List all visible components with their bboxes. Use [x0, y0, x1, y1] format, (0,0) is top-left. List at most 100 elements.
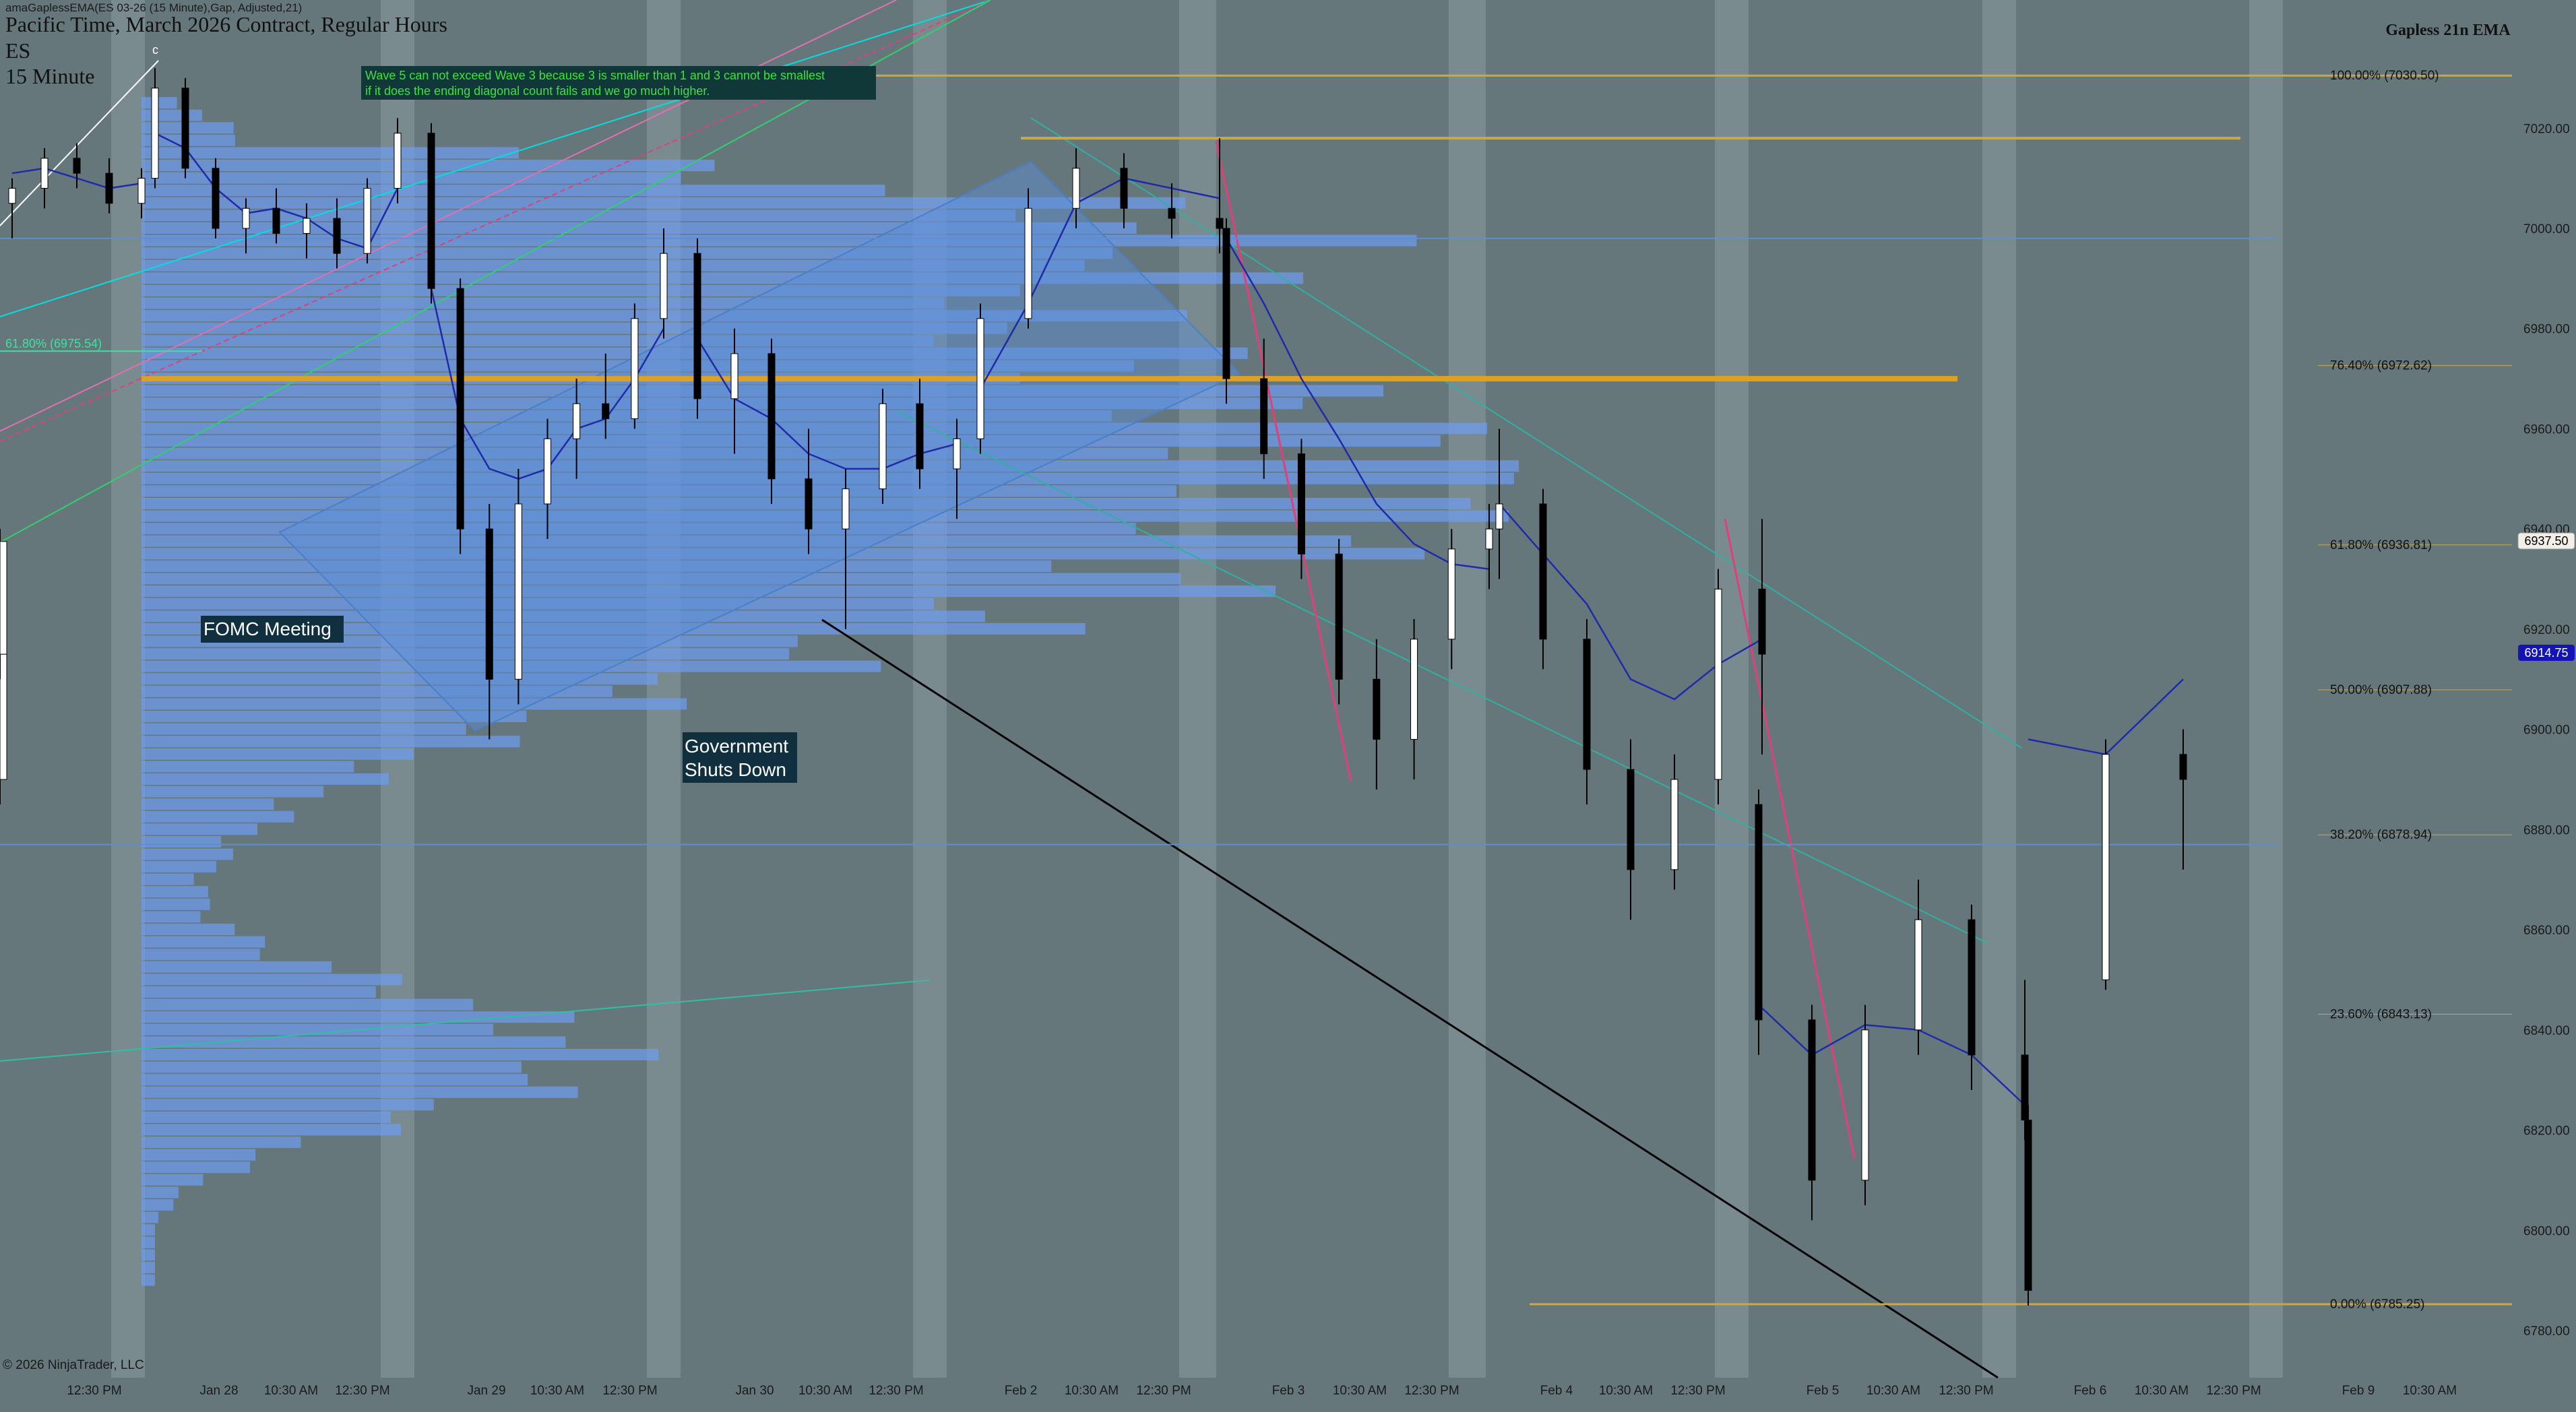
candle-body: [181, 88, 189, 169]
candle-body: [631, 318, 639, 420]
candle-body: [333, 218, 341, 254]
candle-body: [2021, 1054, 2029, 1121]
volume-profile-bar: [142, 1161, 250, 1174]
volume-profile-bar: [142, 761, 354, 773]
candle-body: [8, 188, 16, 204]
session-band: [111, 0, 145, 1378]
volume-profile-bar: [142, 698, 687, 710]
volume-profile-bar: [142, 1061, 522, 1073]
ema-value-label: 6914.75: [2524, 646, 2568, 660]
session-band: [2249, 0, 2283, 1378]
candle-body: [1968, 919, 1976, 1056]
wave-c-label: c: [152, 43, 158, 57]
candle-body: [805, 478, 813, 530]
candle-body: [1216, 218, 1224, 229]
candle-body: [1714, 588, 1722, 780]
volume-profile-bar: [142, 1274, 155, 1286]
candle-body: [0, 653, 7, 780]
price-tick-label: 6860.00: [2523, 924, 2570, 938]
volume-profile-bar: [142, 986, 376, 998]
candle-body: [1024, 207, 1032, 319]
wave-note-line2: if it does the ending diagonal count fai…: [365, 84, 710, 98]
volume-profile-bar: [142, 936, 265, 948]
candle-body: [1260, 378, 1268, 455]
candle-body: [1861, 1029, 1869, 1181]
price-chart[interactable]: 7020.007000.006980.006960.006940.006920.…: [0, 0, 2576, 1412]
volume-profile-bar: [142, 1249, 155, 1261]
candle-body: [485, 528, 493, 680]
candle-body: [242, 207, 250, 229]
copyright: © 2026 NinjaTrader, LLC: [3, 1358, 144, 1372]
candle-body: [137, 178, 146, 204]
time-tick-label: 10:30 AM: [1333, 1384, 1387, 1398]
candle-body: [842, 488, 850, 530]
time-tick-label: 10:30 AM: [530, 1384, 584, 1398]
volume-profile-bar: [142, 185, 885, 197]
price-tick-label: 6960.00: [2523, 422, 2570, 437]
candle-body: [953, 438, 961, 470]
candle-body: [427, 133, 435, 289]
volume-profile-bar: [142, 147, 519, 159]
session-band: [1982, 0, 2016, 1378]
last-price-badge: 6937.50: [2517, 532, 2575, 550]
volume-profile-bar: [142, 773, 389, 785]
candle-body: [105, 172, 113, 204]
volume-profile-bar: [142, 886, 208, 898]
volume-profile-bar: [142, 1174, 203, 1186]
candle-body: [879, 403, 887, 490]
volume-profile-bar: [142, 785, 324, 798]
volume-profile-bar: [142, 973, 402, 986]
candle-body: [1410, 639, 1418, 740]
chart-window[interactable]: 7020.00 7000.00 6980.00 6960.00 6940.00 6920.…: [0, 0, 2576, 1412]
fib-level-label: 0.00% (6785.25): [2330, 1297, 2425, 1312]
candle-body: [151, 88, 159, 179]
price-tick-label: 6820.00: [2523, 1124, 2570, 1138]
candle-body: [660, 253, 668, 319]
time-tick-label: 12:30 PM: [335, 1384, 389, 1398]
price-tick-label: 7000.00: [2523, 222, 2570, 236]
time-tick-label: 10:30 AM: [264, 1384, 318, 1398]
volume-profile-bar: [142, 1186, 179, 1198]
price-tick-label: 7020.00: [2523, 122, 2570, 136]
candle-body: [1755, 804, 1763, 1021]
candle-body: [514, 503, 522, 680]
candle-body: [1335, 553, 1343, 680]
time-tick-label: 12:30 PM: [602, 1384, 657, 1398]
volume-profile-bar: [142, 911, 201, 923]
volume-profile-bar: [142, 949, 260, 961]
volume-profile-bar: [142, 1199, 174, 1211]
fib-level-label: 50.00% (6907.88): [2330, 683, 2432, 697]
price-axis[interactable]: 7020.007000.006980.006960.006940.006920.…: [2512, 0, 2576, 1412]
candle-body: [73, 158, 81, 174]
candle-body: [767, 353, 776, 480]
candle-body: [1670, 779, 1678, 870]
volume-profile-bar: [142, 1224, 155, 1236]
price-tick-label: 6840.00: [2523, 1024, 2570, 1038]
time-tick-label: 10:30 AM: [1065, 1384, 1119, 1398]
left-fib-label: 61.80% (6975.54): [5, 337, 102, 350]
candle-body: [544, 438, 551, 505]
candle-body: [1222, 228, 1230, 379]
indicator-title: Gapless 21n EMA: [2385, 22, 2511, 39]
candle-body: [1485, 528, 1493, 550]
last-price-label: 6937.50: [2524, 534, 2568, 548]
time-tick-label: Feb 9: [2342, 1384, 2375, 1398]
gov-shutdown-line2: Shuts Down: [685, 759, 786, 780]
volume-profile-bar: [142, 1124, 401, 1136]
candle-body: [916, 403, 924, 470]
volume-profile-bar: [142, 835, 222, 847]
volume-profile-bar: [142, 1111, 391, 1123]
time-tick-label: Feb 6: [2074, 1384, 2107, 1398]
time-tick-label: 10:30 AM: [2135, 1384, 2189, 1398]
candle-body: [394, 133, 402, 189]
price-axis-background: [2512, 0, 2576, 1412]
volume-profile-bar: [142, 1086, 578, 1098]
volume-profile-bar: [142, 1036, 566, 1048]
fib-level-label: 76.40% (6972.62): [2330, 359, 2432, 373]
candle-body: [1539, 503, 1547, 640]
volume-profile-bar: [142, 848, 233, 860]
time-tick-label: Feb 2: [1005, 1384, 1038, 1398]
candle-body: [1495, 503, 1503, 530]
candle-body: [272, 207, 280, 234]
candle-body: [2024, 1120, 2032, 1291]
